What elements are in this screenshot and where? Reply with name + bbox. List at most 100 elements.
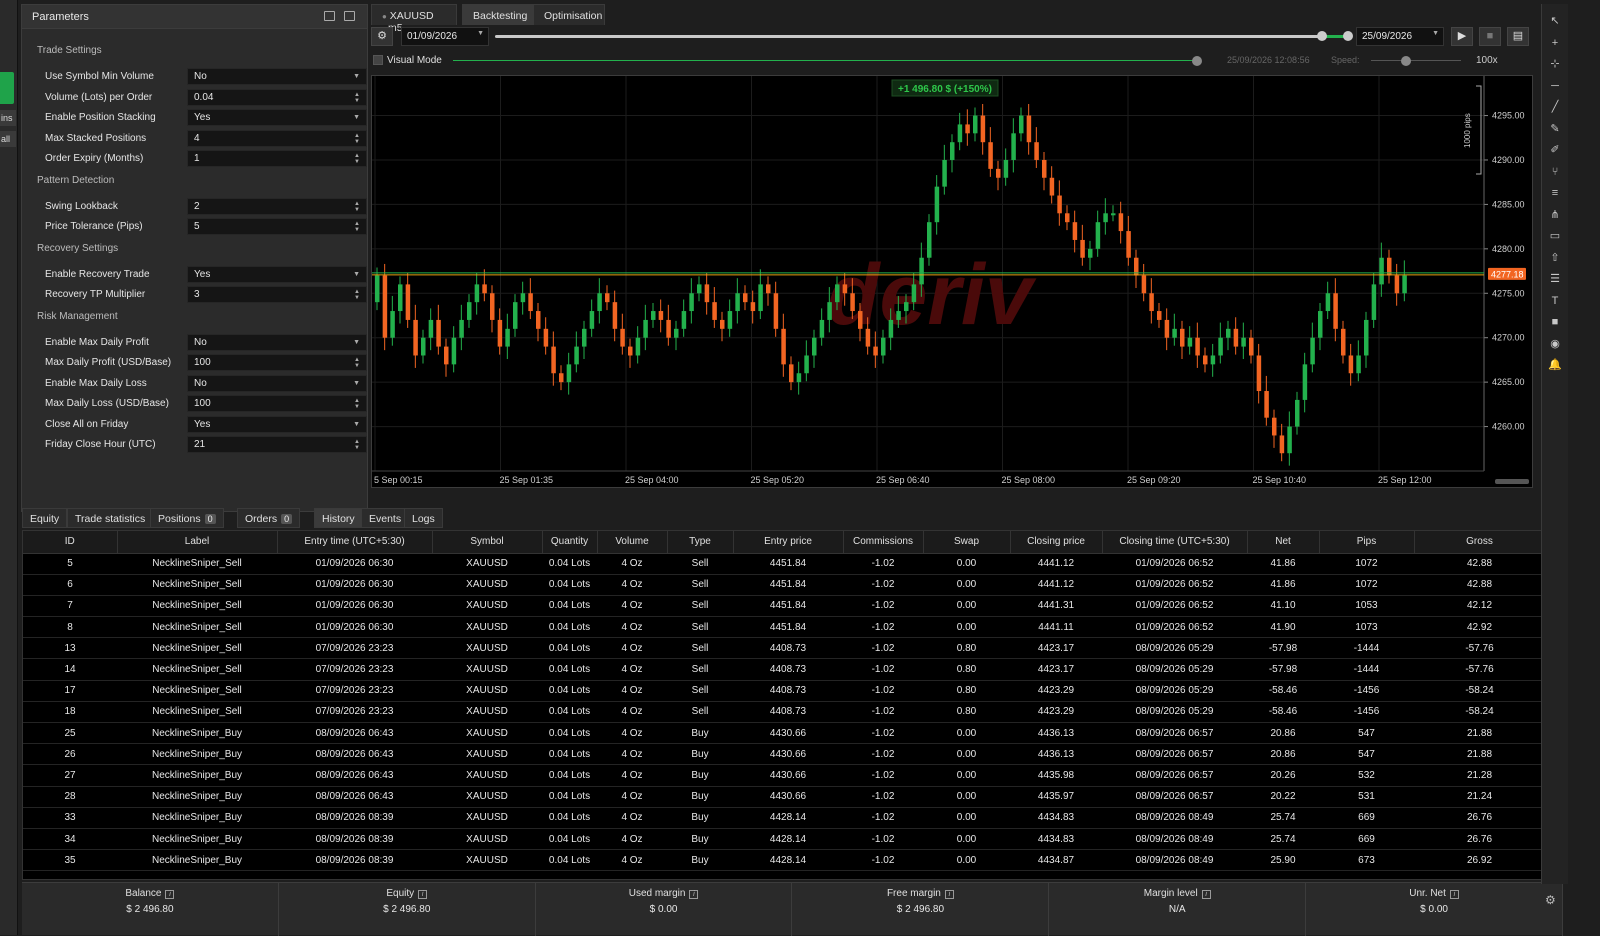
tab-symbol[interactable]: ● XAUUSD m5 — [371, 4, 457, 34]
visual-mode-checkbox[interactable] — [373, 55, 383, 65]
spinner-arrows-icon[interactable]: ▲ ▼ — [354, 153, 360, 165]
table-row[interactable]: 8 NecklineSniper_Sell 01/09/2026 06:30 XAUU… — [23, 616, 1545, 639]
column-header[interactable]: Symbol — [432, 531, 543, 554]
param-spinner[interactable]: 2 ▲ ▼ — [187, 197, 367, 215]
fibonacci-icon[interactable]: ≡ — [1548, 186, 1562, 200]
column-header[interactable]: Label — [117, 531, 278, 554]
cursor-icon[interactable]: ↖ — [1548, 14, 1562, 28]
settings-gear-icon[interactable]: ⚙ — [371, 27, 393, 46]
column-header[interactable]: Swap — [923, 531, 1011, 554]
arrow-up-icon[interactable]: ⇧ — [1548, 251, 1562, 265]
chevron-down-icon[interactable]: ▼ — [353, 73, 360, 80]
table-row[interactable]: 13 NecklineSniper_Sell 07/09/2026 23:23 XAU… — [23, 637, 1545, 660]
stop-button[interactable]: ■ — [1479, 27, 1501, 46]
date-range-slider[interactable] — [495, 35, 1350, 38]
column-header[interactable]: Closing price — [1010, 531, 1103, 554]
param-spinner[interactable]: 3 ▲ ▼ — [187, 286, 367, 303]
spinner-arrows-icon[interactable]: ▲ ▼ — [354, 398, 360, 410]
column-header[interactable]: Entry price — [733, 531, 844, 554]
table-row[interactable]: 17 NecklineSniper_Sell 07/09/2026 23:23 XAU… — [23, 680, 1545, 702]
info-icon[interactable]: i — [165, 890, 175, 899]
column-header[interactable]: Entry time (UTC+5:30) — [277, 531, 433, 554]
square-icon[interactable]: ■ — [1548, 315, 1562, 329]
play-button[interactable]: ▶ — [1451, 27, 1473, 46]
crosshair-icon[interactable]: + — [1548, 36, 1562, 50]
column-header[interactable]: Closing time (UTC+5:30) — [1102, 531, 1248, 554]
chevron-down-icon[interactable]: ▼ — [353, 339, 360, 346]
param-select[interactable]: Yes ▼ — [187, 415, 367, 433]
levels-icon[interactable]: ☰ — [1548, 272, 1562, 286]
info-icon[interactable]: i — [418, 890, 428, 899]
param-select[interactable]: Yes ▼ — [187, 265, 367, 283]
spinner-arrows-icon[interactable]: ▲ ▼ — [354, 439, 360, 451]
param-select[interactable]: No ▼ — [187, 374, 367, 392]
brush-icon[interactable]: ✐ — [1548, 143, 1562, 157]
info-icon[interactable]: i — [1449, 890, 1459, 899]
chevron-down-icon[interactable]: ▼ — [353, 421, 360, 428]
visual-progress-handle[interactable] — [1192, 56, 1202, 66]
trend-line-icon[interactable]: ╱ — [1548, 100, 1562, 114]
table-row[interactable]: 6 NecklineSniper_Sell 01/09/2026 06:30 XAUU… — [23, 574, 1545, 596]
rectangle-icon[interactable]: ▭ — [1548, 229, 1562, 243]
chart-canvas[interactable]: 5 Sep 00:15 25 Sep 01:35 25 Sep 04:00 25 Se… — [372, 76, 1532, 487]
report-icon[interactable]: ▤ — [1507, 27, 1529, 46]
column-header[interactable]: Gross — [1414, 531, 1546, 554]
start-date-field[interactable]: 01/09/2026 ▼ — [401, 27, 489, 46]
tab-positions[interactable]: Positions 0 — [150, 508, 224, 528]
table-row[interactable]: 35 NecklineSniper_Buy 08/09/2026 08:39 XAUU… — [23, 849, 1545, 872]
range-start-handle[interactable] — [1317, 31, 1327, 41]
spinner-arrows-icon[interactable]: ▲ ▼ — [354, 92, 360, 104]
param-spinner[interactable]: 0.04 ▲ ▼ — [187, 88, 367, 106]
chevron-down-icon[interactable]: ▼ — [353, 271, 360, 278]
tab-history[interactable]: History — [314, 508, 363, 528]
param-spinner[interactable]: 1 ▲ ▼ — [187, 150, 367, 167]
text-icon[interactable]: T — [1548, 294, 1562, 308]
pitchfork-icon[interactable]: ⋔ — [1548, 208, 1562, 222]
strip-item-ins[interactable]: ins — [0, 110, 16, 126]
tab-optimisation[interactable]: Optimisation — [533, 4, 605, 25]
tab-events[interactable]: Events — [361, 508, 410, 528]
table-row[interactable]: 26 NecklineSniper_Buy 08/09/2026 06:43 XAUU… — [23, 743, 1545, 766]
column-header[interactable]: Type — [667, 531, 734, 554]
tab-logs[interactable]: Logs — [404, 508, 443, 528]
tab-equity[interactable]: Equity — [22, 508, 68, 528]
info-icon[interactable]: i — [689, 890, 699, 899]
param-select[interactable]: No ▼ — [187, 333, 367, 351]
param-spinner[interactable]: 100 ▲ ▼ — [187, 395, 367, 412]
column-header[interactable]: Net — [1247, 531, 1320, 554]
spinner-arrows-icon[interactable]: ▲ ▼ — [354, 133, 360, 145]
chevron-down-icon[interactable]: ▼ — [353, 380, 360, 387]
save-icon[interactable] — [344, 11, 355, 21]
param-spinner[interactable]: 21 ▲ ▼ — [187, 436, 367, 453]
settings-gear-icon[interactable]: ⚙ — [1545, 893, 1559, 907]
info-icon[interactable]: i — [1201, 890, 1211, 899]
table-row[interactable]: 5 NecklineSniper_Sell 01/09/2026 06:30 XAUU… — [23, 553, 1545, 575]
table-row[interactable]: 18 NecklineSniper_Sell 07/09/2026 23:23 XAU… — [23, 701, 1545, 724]
range-end-handle[interactable] — [1343, 31, 1353, 41]
tab-orders[interactable]: Orders 0 — [237, 508, 301, 528]
eye-icon[interactable]: ◉ — [1548, 337, 1562, 351]
spinner-arrows-icon[interactable]: ▲ ▼ — [354, 201, 360, 213]
spinner-arrows-icon[interactable]: ▲ ▼ — [354, 289, 360, 301]
param-select[interactable]: No ▼ — [187, 68, 367, 85]
end-date-field[interactable]: 25/09/2026 ▼ — [1356, 27, 1444, 46]
column-header[interactable]: ID — [23, 531, 118, 554]
price-chart[interactable]: 5 Sep 00:15 25 Sep 01:35 25 Sep 04:00 25 Se… — [371, 75, 1533, 488]
table-row[interactable]: 27 NecklineSniper_Buy 08/09/2026 06:43 XAUU… — [23, 764, 1545, 787]
spinner-arrows-icon[interactable]: ▲ ▼ — [354, 357, 360, 369]
tab-backtesting[interactable]: Backtesting — [462, 4, 534, 25]
speed-handle[interactable] — [1401, 56, 1411, 66]
column-header[interactable]: Pips — [1319, 531, 1415, 554]
table-row[interactable]: 34 NecklineSniper_Buy 08/09/2026 08:39 XAUU… — [23, 828, 1545, 851]
param-spinner[interactable]: 5 ▲ ▼ — [187, 218, 367, 235]
param-spinner[interactable]: 4 ▲ ▼ — [187, 129, 367, 147]
table-row[interactable]: 14 NecklineSniper_Sell 07/09/2026 23:23 XAU… — [23, 658, 1545, 681]
tab-trade-statistics[interactable]: Trade statistics — [67, 508, 154, 528]
plus-icon[interactable]: ⊹ — [1548, 57, 1562, 71]
chevron-down-icon[interactable]: ▼ — [353, 114, 360, 121]
pen-icon[interactable]: ✎ — [1548, 122, 1562, 136]
spinner-arrows-icon[interactable]: ▲ ▼ — [354, 221, 360, 233]
table-row[interactable]: 7 NecklineSniper_Sell 01/09/2026 06:30 XAUU… — [23, 595, 1545, 618]
info-icon[interactable]: i — [944, 890, 954, 899]
bell-icon[interactable]: 🔔 — [1548, 358, 1562, 372]
